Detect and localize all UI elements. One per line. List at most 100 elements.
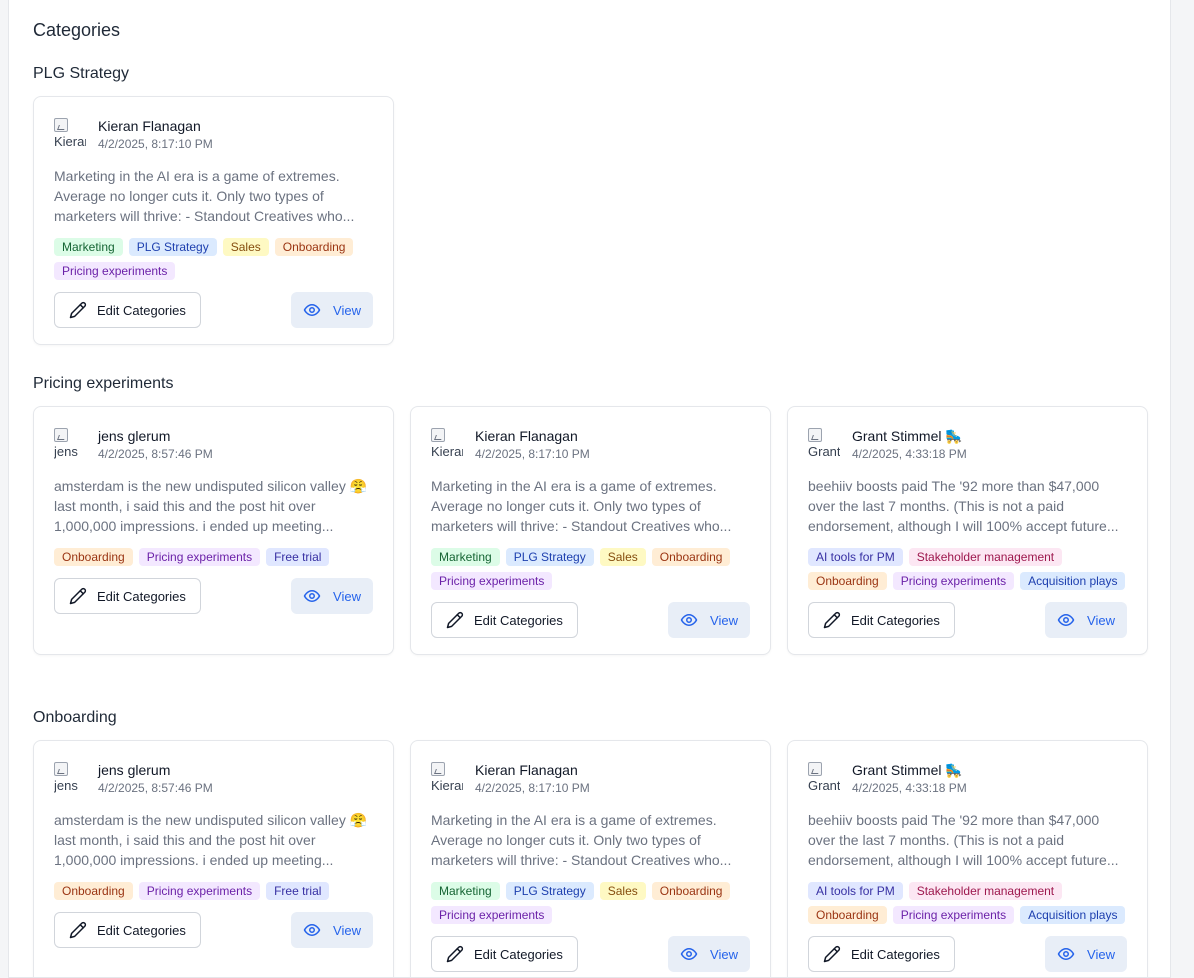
category-tag: Onboarding bbox=[54, 548, 133, 566]
post-header: Kieran Kieran Flanagan 4/2/2025, 8:17:10 P… bbox=[54, 117, 373, 152]
post-date: 4/2/2025, 4:33:18 PM bbox=[852, 447, 967, 461]
eye-icon bbox=[1057, 945, 1087, 963]
category-tag: Acquisition plays bbox=[1020, 572, 1126, 590]
category-tag: Marketing bbox=[431, 548, 500, 566]
eye-icon bbox=[303, 921, 333, 939]
view-button[interactable]: View bbox=[291, 578, 373, 614]
broken-image-icon bbox=[431, 428, 445, 442]
view-button[interactable]: View bbox=[1045, 936, 1127, 972]
post-grid: Kieran Kieran Flanagan 4/2/2025, 8:17:10 P… bbox=[33, 96, 1148, 345]
view-button[interactable]: View bbox=[291, 292, 373, 328]
category-tag: Onboarding bbox=[651, 882, 731, 900]
post-date: 4/2/2025, 8:57:46 PM bbox=[98, 447, 213, 461]
author-name: Kieran Flanagan bbox=[475, 428, 578, 444]
view-button[interactable]: View bbox=[668, 602, 750, 638]
avatar-alt-text: Kieran bbox=[431, 444, 463, 459]
pencil-icon bbox=[446, 611, 474, 629]
edit-categories-button[interactable]: Edit Categories bbox=[808, 936, 955, 972]
avatar: Grant bbox=[808, 762, 840, 794]
post-header: Kieran Kieran Flanagan 4/2/2025, 8:17:10 P… bbox=[431, 427, 750, 462]
post-card: Grant Grant Stimmel 🛼 4/2/2025, 4:33:18 PM… bbox=[787, 406, 1148, 655]
post-card: Kieran Kieran Flanagan 4/2/2025, 8:17:10 P… bbox=[410, 406, 771, 655]
category-tag: Marketing bbox=[54, 238, 123, 256]
eye-icon bbox=[303, 301, 333, 319]
post-header: jens jens glerum 4/2/2025, 8:57:46 PM bbox=[54, 761, 373, 796]
pencil-icon bbox=[69, 921, 97, 939]
post-date: 4/2/2025, 8:17:10 PM bbox=[98, 137, 213, 151]
broken-image-icon bbox=[54, 762, 68, 776]
edit-categories-button[interactable]: Edit Categories bbox=[808, 602, 955, 638]
avatar: jens bbox=[54, 428, 86, 460]
edit-categories-button[interactable]: Edit Categories bbox=[54, 578, 201, 614]
post-excerpt: beehiiv boosts paid The '92 more than $4… bbox=[808, 812, 1119, 868]
pencil-icon bbox=[446, 945, 474, 963]
post-card: jens jens glerum 4/2/2025, 8:57:46 PM amste… bbox=[33, 406, 394, 655]
post-header: Kieran Kieran Flanagan 4/2/2025, 8:17:10 P… bbox=[431, 761, 750, 796]
post-excerpt: beehiiv boosts paid The '92 more than $4… bbox=[808, 478, 1119, 534]
pencil-icon bbox=[69, 301, 97, 319]
edit-categories-label: Edit Categories bbox=[97, 302, 186, 318]
category-tag: Pricing experiments bbox=[892, 572, 1015, 590]
view-label: View bbox=[710, 612, 738, 628]
avatar-alt-text: jens bbox=[54, 444, 78, 459]
edit-categories-button[interactable]: Edit Categories bbox=[431, 936, 578, 972]
category-section: Onboarding jens jens glerum 4/2/2025, 8:57:… bbox=[33, 709, 1148, 977]
post-date: 4/2/2025, 8:17:10 PM bbox=[475, 781, 590, 795]
avatar: jens bbox=[54, 762, 86, 794]
edit-categories-button[interactable]: Edit Categories bbox=[54, 912, 201, 948]
card-actions: Edit Categories View bbox=[54, 578, 373, 614]
card-actions: Edit Categories View bbox=[54, 292, 373, 328]
edit-categories-label: Edit Categories bbox=[851, 946, 940, 962]
post-card: Grant Grant Stimmel 🛼 4/2/2025, 4:33:18 PM… bbox=[787, 740, 1148, 977]
post-grid: jens jens glerum 4/2/2025, 8:57:46 PM amste… bbox=[33, 740, 1148, 977]
avatar: Kieran bbox=[431, 762, 463, 794]
view-button[interactable]: View bbox=[291, 912, 373, 948]
post-card: Kieran Kieran Flanagan 4/2/2025, 8:17:10 P… bbox=[410, 740, 771, 977]
category-tag: Free trial bbox=[266, 548, 330, 566]
category-tag: Pricing experiments bbox=[431, 572, 553, 590]
view-button[interactable]: View bbox=[668, 936, 750, 972]
avatar-alt-text: Grant bbox=[808, 444, 840, 459]
post-card: jens jens glerum 4/2/2025, 8:57:46 PM amste… bbox=[33, 740, 394, 977]
post-meta: jens glerum 4/2/2025, 8:57:46 PM bbox=[98, 427, 213, 462]
view-label: View bbox=[1087, 946, 1115, 962]
edit-categories-button[interactable]: Edit Categories bbox=[431, 602, 578, 638]
eye-icon bbox=[680, 611, 710, 629]
category-tags: AI tools for PM Stakeholder management Onb… bbox=[808, 882, 1127, 924]
author-name: jens glerum bbox=[98, 428, 171, 444]
edit-categories-label: Edit Categories bbox=[474, 612, 563, 628]
card-actions: Edit Categories View bbox=[808, 936, 1127, 972]
category-tags: Marketing PLG Strategy Sales Onboarding Pric… bbox=[431, 548, 750, 590]
view-label: View bbox=[710, 946, 738, 962]
author-name: Kieran Flanagan bbox=[98, 118, 201, 134]
post-date: 4/2/2025, 4:33:18 PM bbox=[852, 781, 967, 795]
post-excerpt: amsterdam is the new undisputed silicon … bbox=[54, 812, 368, 868]
category-tag: Acquisition plays bbox=[1020, 906, 1126, 924]
section-title: PLG Strategy bbox=[33, 65, 130, 82]
post-date: 4/2/2025, 8:57:46 PM bbox=[98, 781, 213, 795]
eye-icon bbox=[303, 587, 333, 605]
category-tag: PLG Strategy bbox=[505, 548, 594, 566]
post-excerpt: Marketing in the AI era is a game of ext… bbox=[431, 812, 732, 868]
pencil-icon bbox=[69, 587, 97, 605]
post-grid: jens jens glerum 4/2/2025, 8:57:46 PM amste… bbox=[33, 406, 1148, 655]
pencil-icon bbox=[823, 611, 851, 629]
category-tag: Pricing experiments bbox=[54, 262, 176, 280]
edit-categories-button[interactable]: Edit Categories bbox=[54, 292, 201, 328]
view-button[interactable]: View bbox=[1045, 602, 1127, 638]
category-section: Pricing experiments jens jens glerum 4/2/20… bbox=[33, 375, 1148, 655]
category-tag: PLG Strategy bbox=[128, 238, 217, 256]
post-meta: Kieran Flanagan 4/2/2025, 8:17:10 PM bbox=[98, 117, 213, 152]
broken-image-icon bbox=[808, 428, 822, 442]
broken-image-icon bbox=[431, 762, 445, 776]
category-tag: Pricing experiments bbox=[431, 906, 553, 924]
author-name: jens glerum bbox=[98, 762, 171, 778]
category-tag: Sales bbox=[222, 238, 269, 256]
main-panel: Categories PLG Strategy Kieran Kieran Flan… bbox=[8, 0, 1171, 978]
view-label: View bbox=[333, 302, 361, 318]
category-tag: AI tools for PM bbox=[808, 548, 903, 566]
view-label: View bbox=[333, 922, 361, 938]
post-header: Grant Grant Stimmel 🛼 4/2/2025, 4:33:18 PM bbox=[808, 761, 1127, 796]
post-meta: Kieran Flanagan 4/2/2025, 8:17:10 PM bbox=[475, 761, 590, 796]
category-tags: Onboarding Pricing experiments Free trial bbox=[54, 882, 373, 900]
